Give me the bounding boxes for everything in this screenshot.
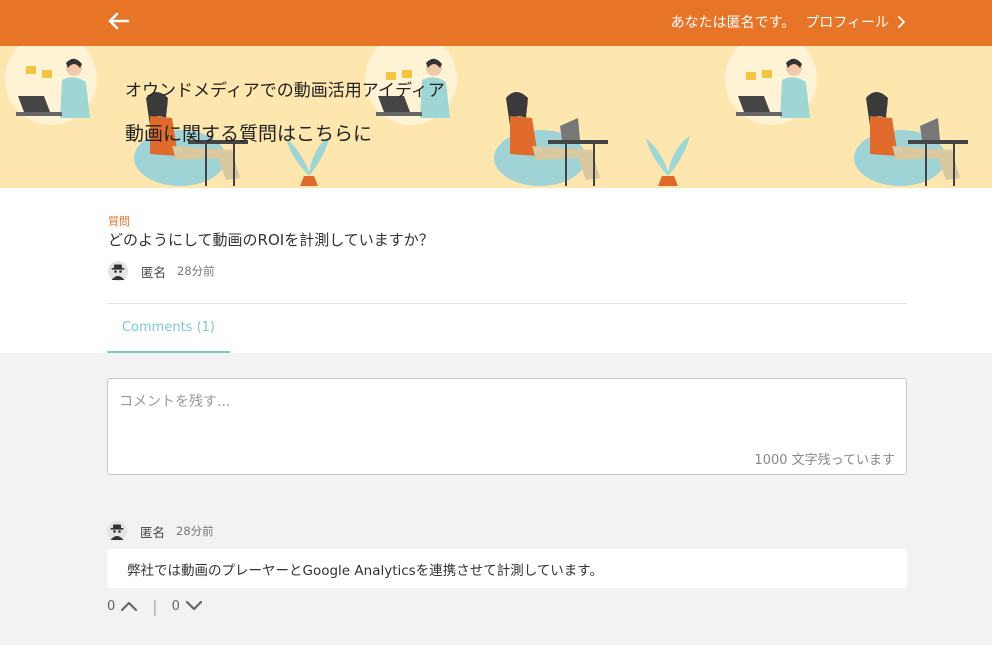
arrow-left-icon <box>108 12 130 30</box>
hero-banner: オウンドメディアでの動画活用アイディア 動画に関する質問はこちらに <box>0 46 992 188</box>
banner-subtitle: オウンドメディアでの動画活用アイディア <box>125 81 445 101</box>
comment-form: 1000 文字残っています <box>107 378 907 475</box>
top-bar: あなたは匿名です。 プロフィール <box>0 0 992 46</box>
question-meta: 匿名 28分前 <box>108 261 215 281</box>
comment-body: 弊社では動画のプレーヤーとGoogle Analyticsを連携させて計測してい… <box>107 549 907 588</box>
char-count: 1000 文字残っています <box>754 453 895 468</box>
vote-separator: | <box>152 596 158 616</box>
anonymous-avatar-icon <box>108 261 128 281</box>
banner-illustration <box>5 46 968 186</box>
question-time: 28分前 <box>177 264 215 278</box>
question-author: 匿名 <box>141 264 167 280</box>
comment-votes: 0 | 0 <box>107 596 203 616</box>
anonymous-message: あなたは匿名です。 <box>670 15 796 31</box>
comment-author: 匿名 <box>140 524 166 540</box>
banner-title: 動画に関する質問はこちらに <box>125 123 373 145</box>
comment-input[interactable] <box>108 379 906 449</box>
profile-link[interactable]: あなたは匿名です。 プロフィール <box>671 12 906 32</box>
profile-label: プロフィール <box>805 15 889 31</box>
downvote-count: 0 <box>171 598 180 614</box>
tab-comments[interactable]: Comments (1) <box>107 304 230 353</box>
back-button[interactable] <box>106 9 132 33</box>
question-label: 質問 <box>108 215 130 228</box>
chevron-right-icon <box>898 16 905 28</box>
upvote-count: 0 <box>107 598 116 614</box>
comment-meta: 匿名 28分前 <box>107 521 214 541</box>
anonymous-avatar-icon <box>107 521 127 541</box>
question-panel: 質問 どのようにして動画のROIを計測していますか？ 匿名 28分前 Comme… <box>0 188 992 353</box>
upvote-chevron-icon[interactable] <box>120 599 138 613</box>
question-text: どのようにして動画のROIを計測していますか？ <box>108 231 434 249</box>
comment-time: 28分前 <box>176 524 214 538</box>
downvote-chevron-icon[interactable] <box>185 599 203 613</box>
